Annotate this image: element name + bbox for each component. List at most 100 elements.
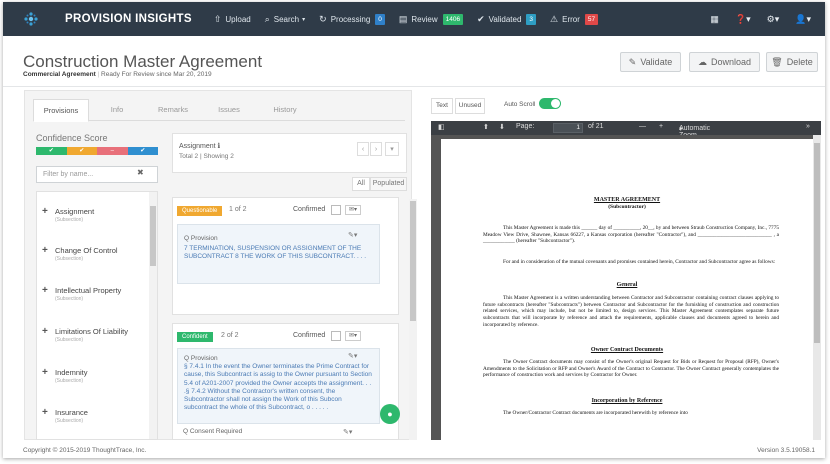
questionable-tag[interactable]: Questionable (177, 206, 223, 216)
pdf-scrollbar[interactable] (813, 135, 821, 440)
expand-plus-icon[interactable]: + (42, 326, 48, 337)
provision-text[interactable]: § 7.4.1 In the event the Owner terminate… (184, 363, 374, 413)
expand-plus-icon[interactable]: + (42, 245, 48, 256)
next-provision-label: Q Consent Required (183, 428, 243, 435)
detail-scrollbar[interactable] (409, 199, 417, 440)
nav-review[interactable]: ▤ Review 1406 (398, 13, 464, 25)
version: Version 3.5.19058.1 (757, 447, 815, 454)
clear-filter-icon[interactable]: ✖ (137, 168, 144, 177)
provision-sub: (Subsection) (55, 378, 84, 384)
tab-provisions[interactable]: Provisions (33, 99, 89, 122)
header-divider (3, 86, 825, 87)
comment-menu-button[interactable]: ✉▾ (345, 331, 361, 341)
zoom-in-icon[interactable]: + (659, 123, 663, 130)
document-icon: ▤ (398, 13, 408, 24)
page-menu-button[interactable]: ▾ (385, 142, 399, 156)
provision-text[interactable]: 7 TERMINATION, SUSPENSION OR ASSIGNMENT … (184, 245, 374, 262)
arrow-down-icon[interactable]: ⬇ (499, 123, 505, 131)
confirmed-checkbox[interactable] (331, 205, 341, 215)
provision-label: Q Provision (184, 235, 218, 242)
delete-button[interactable]: 🗑 Delete (766, 52, 818, 72)
nav-upload[interactable]: ⇧ Upload (214, 14, 251, 25)
pdf-page: MASTER AGREEMENT (Subcontractor) This Ma… (441, 139, 813, 440)
tab-issues[interactable]: Issues (201, 99, 257, 120)
double-chevron-right-icon[interactable]: » (806, 123, 810, 130)
nav-search-label: Search (273, 14, 300, 24)
next-page-button[interactable]: › (370, 142, 382, 156)
page-label: Page: (516, 123, 535, 130)
filter-populated-button[interactable]: Populated (370, 177, 407, 191)
pin-icon[interactable]: ✎▾ (348, 231, 357, 239)
nav-processing-label: Processing (330, 14, 371, 24)
tab-info[interactable]: Info (89, 99, 145, 120)
unused-button[interactable]: Unused (455, 98, 485, 114)
text-button[interactable]: Text (431, 98, 453, 114)
nav-upload-label: Upload (225, 14, 251, 24)
confident-filter-check-icon[interactable]: ✔ (36, 147, 67, 155)
confirmed-checkbox[interactable] (331, 331, 341, 341)
arrow-up-icon[interactable]: ⬆ (483, 123, 489, 131)
provision-list: + Assignment (Subsection) + Change Of Co… (36, 191, 158, 440)
provision-name: Limitations Of Liability (55, 327, 128, 336)
page-title: Construction Master Agreement (23, 52, 263, 71)
building-icon[interactable]: ▦ (710, 14, 719, 25)
comment-menu-button[interactable]: ✉▾ (345, 205, 361, 215)
zoom-out-icon[interactable]: — (639, 123, 646, 130)
download-button[interactable]: ☁ Download (689, 52, 760, 72)
sidebar-toggle-icon[interactable]: ◧ (438, 123, 445, 131)
info-icon: ℹ (217, 143, 221, 150)
pdf-toolbar: ◧ ⬆ ⬇ Page: 1 of 21 — + Automatic Zoom ▾… (431, 121, 821, 139)
top-nav: PROVISION INSIGHTS ⇧ Upload ⌕ Search ▾ ↻… (3, 2, 825, 36)
all-filter-check-icon[interactable]: ✔ (127, 147, 158, 155)
nav-error[interactable]: ⚠ Error 57 (550, 13, 599, 25)
pdf-subtitle: (Subcontractor) (608, 204, 646, 210)
check-circle-icon: ✔ (477, 13, 485, 24)
chevron-down-icon: ▾ (679, 126, 683, 133)
gear-icon[interactable]: ⚙▾ (767, 14, 780, 25)
page-count: of 21 (588, 123, 604, 130)
nav-search[interactable]: ⌕ Search ▾ (265, 14, 305, 25)
scrollbar-thumb[interactable] (410, 201, 416, 321)
chevron-right-icon: › (374, 145, 378, 153)
page-number-input[interactable]: 1 (553, 123, 583, 133)
pdf-view: MASTER AGREEMENT (Subcontractor) This Ma… (431, 135, 821, 440)
help-icon[interactable]: ❓▾ (735, 14, 751, 25)
nav-review-label: Review (411, 14, 438, 24)
pin-icon[interactable]: ✎▾ (343, 428, 352, 436)
chevron-left-icon: ‹ (361, 145, 365, 153)
provision-name: Change Of Control (55, 246, 118, 255)
pdf-paragraph: For and in consideration of the mutual c… (503, 259, 776, 265)
validate-button[interactable]: ✎ Validate (620, 52, 681, 72)
nav-processing[interactable]: ↻ Processing 0 (319, 13, 385, 25)
validated-count-badge: 3 (526, 13, 537, 25)
nav-validated[interactable]: ✔ Validated 3 (477, 13, 537, 25)
cloud-download-icon: ☁ (697, 56, 707, 67)
expand-plus-icon[interactable]: + (42, 367, 48, 378)
detail-total: Total 2 | Showing 2 (179, 153, 234, 160)
expand-plus-icon[interactable]: + (42, 206, 48, 217)
scrollbar-thumb[interactable] (150, 206, 156, 266)
expand-plus-icon[interactable]: + (42, 407, 48, 418)
prev-page-button[interactable]: ‹ (357, 142, 369, 156)
tab-history[interactable]: History (257, 99, 313, 120)
user-icon[interactable]: 👤▾ (795, 14, 811, 25)
card-count: 2 of 2 (221, 332, 239, 339)
provisions-panel: Provisions Info Remarks Issues History C… (24, 90, 417, 440)
tab-remarks[interactable]: Remarks (145, 99, 201, 120)
chat-button[interactable]: ● (380, 404, 400, 424)
scrollbar-thumb[interactable] (814, 143, 820, 343)
confident-tag[interactable]: Confident (177, 332, 213, 342)
provision-name: Indemnity (55, 368, 88, 377)
toggle-knob (551, 99, 560, 108)
brand-title: PROVISION INSIGHTS (65, 13, 192, 25)
provision-detail: Assignment ℹ Total 2 | Showing 2 ‹ › ▾ A… (172, 133, 417, 440)
auto-scroll-toggle[interactable] (539, 98, 561, 109)
provision-list-scrollbar[interactable] (149, 192, 157, 439)
questionable-filter-check-icon[interactable]: ✔ (66, 147, 97, 155)
provision-sub: (Subsection) (55, 217, 84, 223)
pin-icon[interactable]: ✎▾ (348, 352, 357, 360)
document-status: Ready For Review since Mar 20, 2019 (101, 71, 212, 78)
expand-plus-icon[interactable]: + (42, 285, 48, 296)
low-filter-dash-icon[interactable]: – (97, 147, 128, 155)
filter-all-button[interactable]: All (352, 177, 370, 191)
